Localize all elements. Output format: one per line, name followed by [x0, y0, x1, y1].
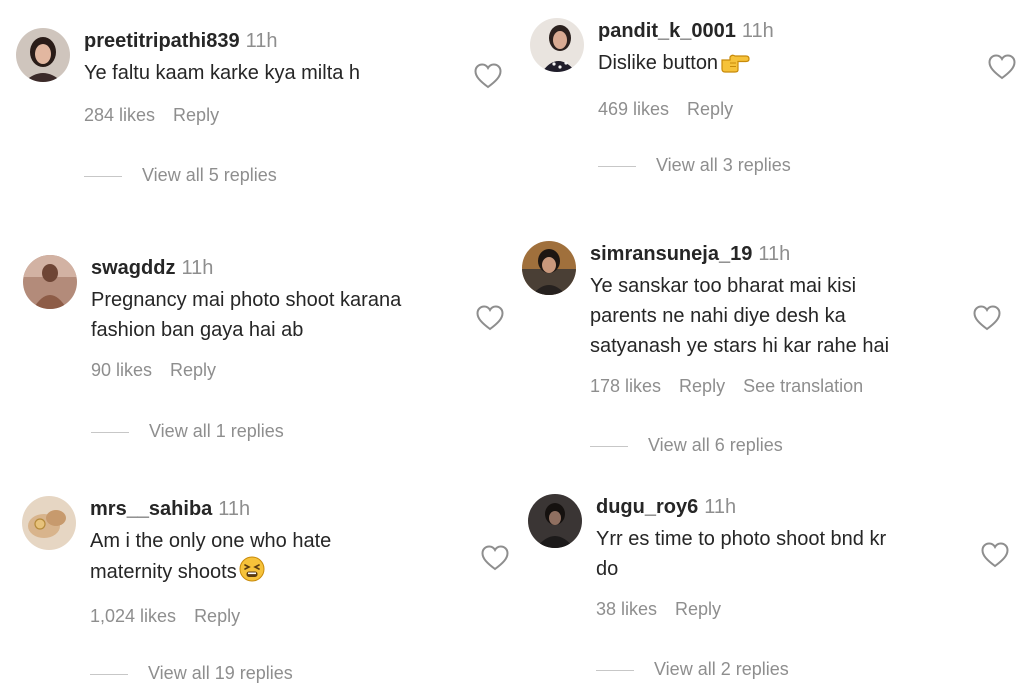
comment-actions: 1,024 likes Reply: [90, 605, 331, 627]
username-link[interactable]: preetitripathi839: [84, 30, 240, 52]
likes-count[interactable]: 284 likes: [84, 105, 155, 125]
username-link[interactable]: simransuneja_19: [590, 243, 752, 265]
heart-outline-icon[interactable]: [988, 54, 1016, 80]
comment-body: mrs__sahiba 11h Am i the only one who hat…: [90, 496, 331, 627]
view-replies-button[interactable]: View all 6 replies: [590, 434, 783, 456]
replies-divider: [91, 431, 129, 433]
avatar-mrs-sahiba[interactable]: [22, 496, 76, 550]
comment-text-content: Dislike button: [598, 52, 719, 74]
see-translation-button[interactable]: See translation: [743, 376, 863, 396]
username-link[interactable]: swagddz: [91, 257, 175, 279]
comment-meta: dugu_roy6 11h: [596, 494, 886, 520]
heart-outline-icon[interactable]: [476, 305, 504, 331]
reply-button[interactable]: Reply: [170, 360, 216, 380]
replies-divider: [590, 445, 628, 447]
view-replies-label: View all 6 replies: [648, 435, 783, 455]
comment-text: Pregnancy mai photo shoot karana fashion…: [91, 285, 401, 345]
replies-divider: [84, 175, 122, 177]
comment-actions: 178 likes Reply See translation: [590, 375, 889, 397]
heart-outline-icon[interactable]: [981, 542, 1009, 568]
comment-text-line: Am i the only one who hate: [90, 530, 332, 552]
comment-text: Ye sanskar too bharat mai kisi parents n…: [590, 271, 889, 361]
avatar-simransuneja-19[interactable]: [522, 241, 576, 295]
comment-text-line: maternity shoots: [90, 556, 331, 591]
likes-count[interactable]: 178 likes: [590, 376, 661, 396]
comment-time: 11h: [245, 30, 278, 52]
comment-text: Dislike button: [598, 48, 774, 82]
comment-time: 11h: [741, 20, 774, 42]
comment-text: Ye faltu kaam karke kya milta h: [84, 58, 360, 88]
heart-outline-icon[interactable]: [474, 63, 502, 89]
comment-actions: 284 likes Reply: [84, 104, 360, 126]
replies-divider: [596, 669, 634, 671]
comment-text-content: maternity shoots: [90, 561, 237, 583]
view-replies-label: View all 3 replies: [656, 155, 791, 175]
reply-button[interactable]: Reply: [679, 376, 725, 396]
replies-divider: [90, 673, 128, 675]
comment-text-line: Dislike button: [598, 48, 774, 82]
comment-actions: 38 likes Reply: [596, 598, 886, 620]
likes-count[interactable]: 38 likes: [596, 599, 657, 619]
avatar-pandit-k-0001[interactable]: [530, 18, 584, 72]
view-replies-button[interactable]: View all 1 replies: [91, 420, 284, 442]
comment-text-line: Ye sanskar too bharat mai kisi: [590, 275, 857, 297]
view-replies-label: View all 19 replies: [148, 663, 293, 683]
reply-button[interactable]: Reply: [194, 606, 240, 626]
username-link[interactable]: mrs__sahiba: [90, 498, 212, 520]
view-replies-button[interactable]: View all 5 replies: [84, 164, 277, 186]
comment-body: dugu_roy6 11h Yrr es time to photo shoot …: [596, 494, 886, 620]
avatar-dugu-roy6[interactable]: [528, 494, 582, 548]
comment-text-line: parents ne nahi diye desh ka: [590, 305, 846, 327]
comment-actions: 90 likes Reply: [91, 359, 401, 381]
comment-time: 11h: [758, 243, 791, 265]
likes-count[interactable]: 1,024 likes: [90, 606, 176, 626]
replies-divider: [598, 165, 636, 167]
likes-count[interactable]: 469 likes: [598, 99, 669, 119]
comment-text-line: fashion ban gaya hai ab: [91, 319, 304, 341]
username-link[interactable]: dugu_roy6: [596, 496, 698, 518]
comment-meta: simransuneja_19 11h: [590, 241, 889, 267]
pointing-hand-emoji: [720, 51, 750, 82]
comment-time: 11h: [181, 257, 214, 279]
likes-count[interactable]: 90 likes: [91, 360, 152, 380]
avatar-preetitripathi839[interactable]: [16, 28, 70, 82]
comment-text-line: satyanash ye stars hi kar rahe hai: [590, 335, 890, 357]
comment-body: preetitripathi839 11h Ye faltu kaam karke…: [84, 28, 360, 126]
comment-text-line: Ye faltu kaam karke kya milta h: [84, 62, 361, 84]
comment-text-line: do: [596, 558, 619, 580]
reply-button[interactable]: Reply: [687, 99, 733, 119]
tired-face-emoji: [239, 556, 265, 591]
reply-button[interactable]: Reply: [173, 105, 219, 125]
comment-text: Am i the only one who hate maternity sho…: [90, 526, 331, 591]
reply-button[interactable]: Reply: [675, 599, 721, 619]
comment-actions: 469 likes Reply: [598, 98, 774, 120]
avatar-swagddz[interactable]: [23, 255, 77, 309]
view-replies-button[interactable]: View all 2 replies: [596, 658, 789, 680]
view-replies-label: View all 1 replies: [149, 421, 284, 441]
comment-time: 11h: [704, 496, 737, 518]
view-replies-button[interactable]: View all 19 replies: [90, 662, 293, 684]
comment-text-line: Yrr es time to photo shoot bnd kr: [596, 528, 887, 550]
comment-body: pandit_k_0001 11h Dislike button 469 like…: [598, 18, 774, 120]
comment-body: swagddz 11h Pregnancy mai photo shoot kar…: [91, 255, 401, 381]
comment-text-line: Pregnancy mai photo shoot karana: [91, 289, 402, 311]
heart-outline-icon[interactable]: [481, 545, 509, 571]
comment-text: Yrr es time to photo shoot bnd kr do: [596, 524, 886, 584]
comment-time: 11h: [218, 498, 251, 520]
username-link[interactable]: pandit_k_0001: [598, 20, 736, 42]
comment-meta: preetitripathi839 11h: [84, 28, 360, 54]
view-replies-label: View all 5 replies: [142, 165, 277, 185]
comment-body: simransuneja_19 11h Ye sanskar too bharat…: [590, 241, 889, 397]
heart-outline-icon[interactable]: [973, 305, 1001, 331]
comment-meta: mrs__sahiba 11h: [90, 496, 331, 522]
view-replies-button[interactable]: View all 3 replies: [598, 154, 791, 176]
comment-meta: swagddz 11h: [91, 255, 401, 281]
view-replies-label: View all 2 replies: [654, 659, 789, 679]
comment-meta: pandit_k_0001 11h: [598, 18, 774, 44]
